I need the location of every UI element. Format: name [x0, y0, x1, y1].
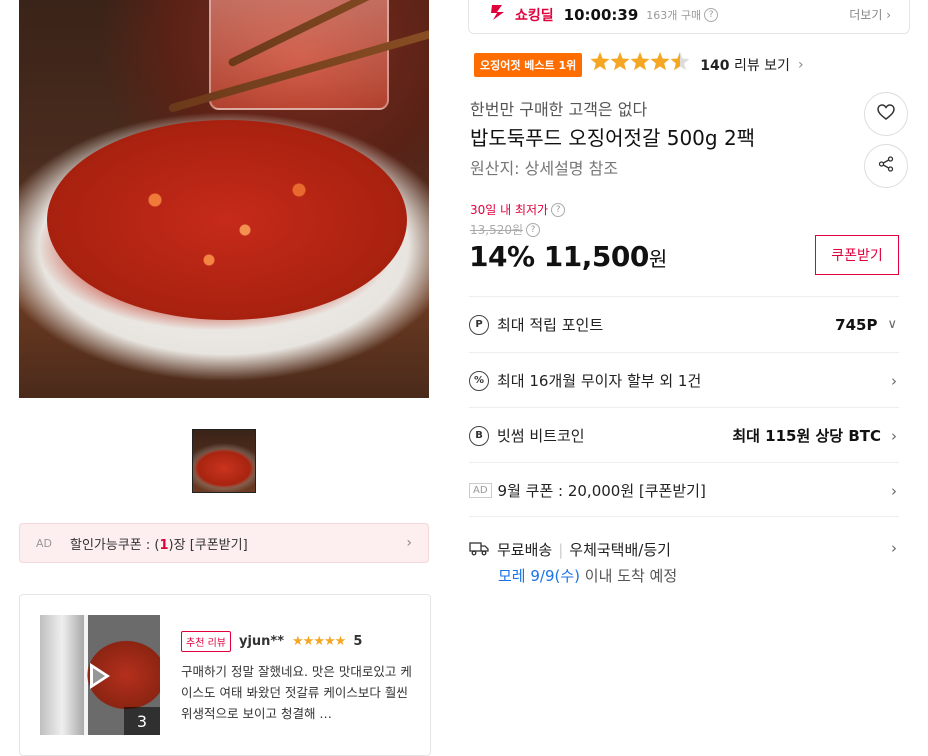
shipping-info: 무료배송 | 우체국택배/등기 [469, 539, 671, 560]
best-rating-row: 오징어젓 베스트 1위 140 리뷰 보기 › [474, 51, 804, 78]
wishlist-button[interactable] [864, 92, 908, 136]
benefit-label: 9월 쿠폰 : 20,000원 [쿠폰받기] [497, 482, 706, 500]
review-text: 구매하기 정말 잘했네요. 맛은 맛대로있고 케이스도 여태 봐왔던 젓갈류 케… [181, 664, 412, 721]
benefit-row-points[interactable]: P 최대 적립 포인트 745P ∨ [469, 296, 899, 352]
product-main-image[interactable] [19, 0, 429, 398]
point-icon: P [469, 314, 489, 335]
help-icon[interactable]: ? [526, 222, 541, 237]
shocking-deal-logo-icon [489, 3, 509, 26]
sold-count: 163개 구매 [646, 8, 702, 22]
benefit-label: 최대 적립 포인트 [497, 316, 604, 334]
benefit-value: 745P [835, 315, 878, 334]
shocking-deal-brand: 쇼킹딜 [515, 7, 554, 24]
discount-coupon-bar[interactable]: AD 할인가능쿠폰 : (1)장 [쿠폰받기] › [19, 523, 429, 563]
percent-icon: % [469, 370, 489, 391]
review-score: 5 [353, 634, 363, 649]
ad-label: AD [469, 483, 492, 498]
discount-rate: 14% [469, 240, 535, 273]
rating-stars [590, 51, 690, 78]
benefit-label: 최대 16개월 무이자 할부 외 1건 [497, 372, 702, 390]
original-price: 13,520원? [470, 221, 541, 238]
chevron-right-icon: › [891, 481, 897, 500]
share-icon [878, 156, 894, 176]
benefit-row-bitcoin[interactable]: B 빗썸 비트코인 최대 115원 상당 BTC › [469, 407, 899, 463]
shipping-row[interactable]: 무료배송 | 우체국택배/등기 모레 9/9(수) 이내 도착 예정 › [469, 516, 899, 596]
best-seller-badge[interactable]: 오징어젓 베스트 1위 [474, 52, 583, 77]
help-icon[interactable]: ? [551, 202, 566, 217]
product-title: 밥도둑푸드 오징어젓갈 500g 2팩 [470, 126, 756, 150]
benefit-value: 최대 115원 상당 BTC [732, 427, 881, 445]
coupon-bar-text: 할인가능쿠폰 : (1)장 [쿠폰받기] [70, 537, 248, 553]
product-subtitle: 한번만 구매한 고객은 없다 [470, 100, 648, 119]
chevron-right-icon: › [891, 371, 897, 390]
can-illustration [40, 615, 84, 735]
media-count: 3 [124, 707, 160, 735]
chevron-right-icon: › [891, 426, 897, 445]
bitcoin-icon: B [469, 425, 489, 446]
food-illustration [47, 120, 407, 320]
truck-icon [469, 540, 489, 560]
recommended-review-card[interactable]: 3 추천 리뷰 yjun** ★★★★★ 5 구매하기 정말 잘했네요. 맛은 … [19, 594, 431, 756]
chevron-right-icon: › [797, 56, 804, 73]
heart-icon [877, 104, 895, 124]
divider: | [558, 540, 564, 559]
lowest-price-label: 30일 내 최저가? [470, 201, 566, 218]
delivery-eta: 모레 9/9(수) 이내 도착 예정 [498, 567, 678, 585]
shipping-method: 우체국택배/등기 [569, 541, 671, 559]
benefit-label: 빗썸 비트코인 [497, 427, 585, 445]
review-video-thumbnail[interactable]: 3 [40, 615, 160, 735]
review-stars: ★★★★★ [292, 634, 346, 649]
help-icon[interactable]: ? [704, 7, 719, 22]
benefit-row-coupon[interactable]: AD 9월 쿠폰 : 20,000원 [쿠폰받기] › [469, 462, 899, 518]
free-shipping: 무료배송 [497, 541, 553, 559]
review-link[interactable]: 140 리뷰 보기 [700, 55, 790, 75]
recommended-review-badge: 추천 리뷰 [181, 631, 231, 652]
review-meta: 추천 리뷰 yjun** ★★★★★ 5 [181, 631, 362, 652]
price-value: 11,500 [543, 240, 650, 273]
chevron-right-icon: › [891, 539, 897, 557]
ad-label: AD [36, 536, 52, 550]
play-icon-inner [93, 668, 105, 684]
chevron-right-icon: › [406, 535, 412, 551]
currency: 원 [648, 247, 667, 271]
deal-timer: 10:00:39 [563, 5, 639, 24]
review-user: yjun** [238, 634, 285, 649]
more-link[interactable]: 더보기 › [849, 6, 891, 23]
share-button[interactable] [864, 144, 908, 188]
benefit-row-installment[interactable]: % 최대 16개월 무이자 할부 외 1건 › [469, 352, 899, 408]
chevron-down-icon: ∨ [887, 317, 897, 332]
product-origin: 원산지: 상세설명 참조 [470, 159, 619, 178]
product-thumbnail[interactable] [192, 429, 256, 493]
sale-price: 14% 11,500원 [469, 240, 667, 273]
shocking-deal-bar: 쇼킹딜 10:00:39 163개 구매 ? 더보기 › [468, 0, 910, 34]
get-coupon-button[interactable]: 쿠폰받기 [815, 235, 899, 275]
